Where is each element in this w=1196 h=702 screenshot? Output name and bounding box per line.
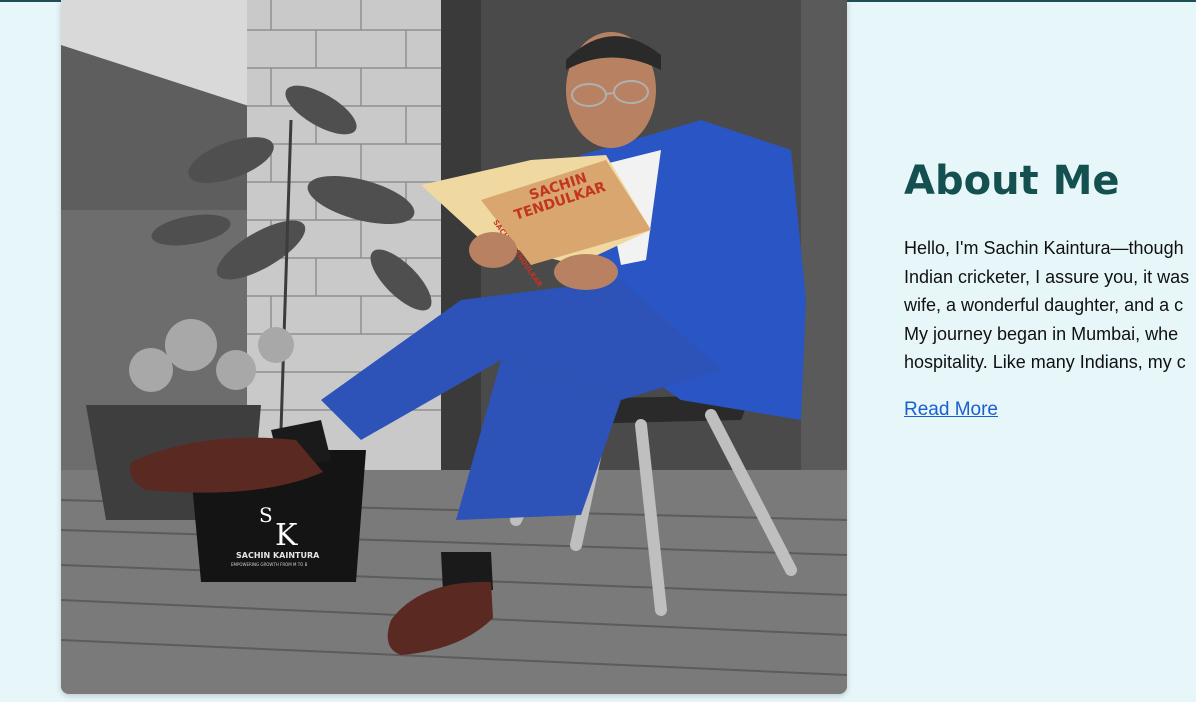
bio-line: Hello, I'm Sachin Kaintura—though (904, 238, 1184, 258)
about-text-panel: About Me Hello, I'm Sachin Kaintura—thou… (904, 150, 1196, 421)
logo-name: SACHIN KAINTURA (236, 551, 320, 560)
profile-photo: S K SACHIN KAINTURA EMPOWERING GROWTH FR… (61, 0, 847, 694)
bio-line: hospitality. Like many Indians, my c (904, 352, 1186, 372)
logo-tagline: EMPOWERING GROWTH FROM M TO B (231, 562, 308, 567)
bio-line: My journey began in Mumbai, whe (904, 323, 1179, 344)
bio-line: Indian cricketer, I assure you, it was (904, 266, 1190, 287)
logo-letter-s: S (259, 503, 273, 527)
about-bio: Hello, I'm Sachin Kaintura—though Indian… (904, 234, 1196, 377)
bio-line: wife, a wonderful daughter, and a c (904, 295, 1184, 315)
logo-letter-k: K (275, 518, 298, 553)
about-section: S K SACHIN KAINTURA EMPOWERING GROWTH FR… (0, 0, 1196, 702)
read-more-link[interactable]: Read More (904, 399, 998, 421)
about-heading: About Me (904, 158, 1120, 204)
